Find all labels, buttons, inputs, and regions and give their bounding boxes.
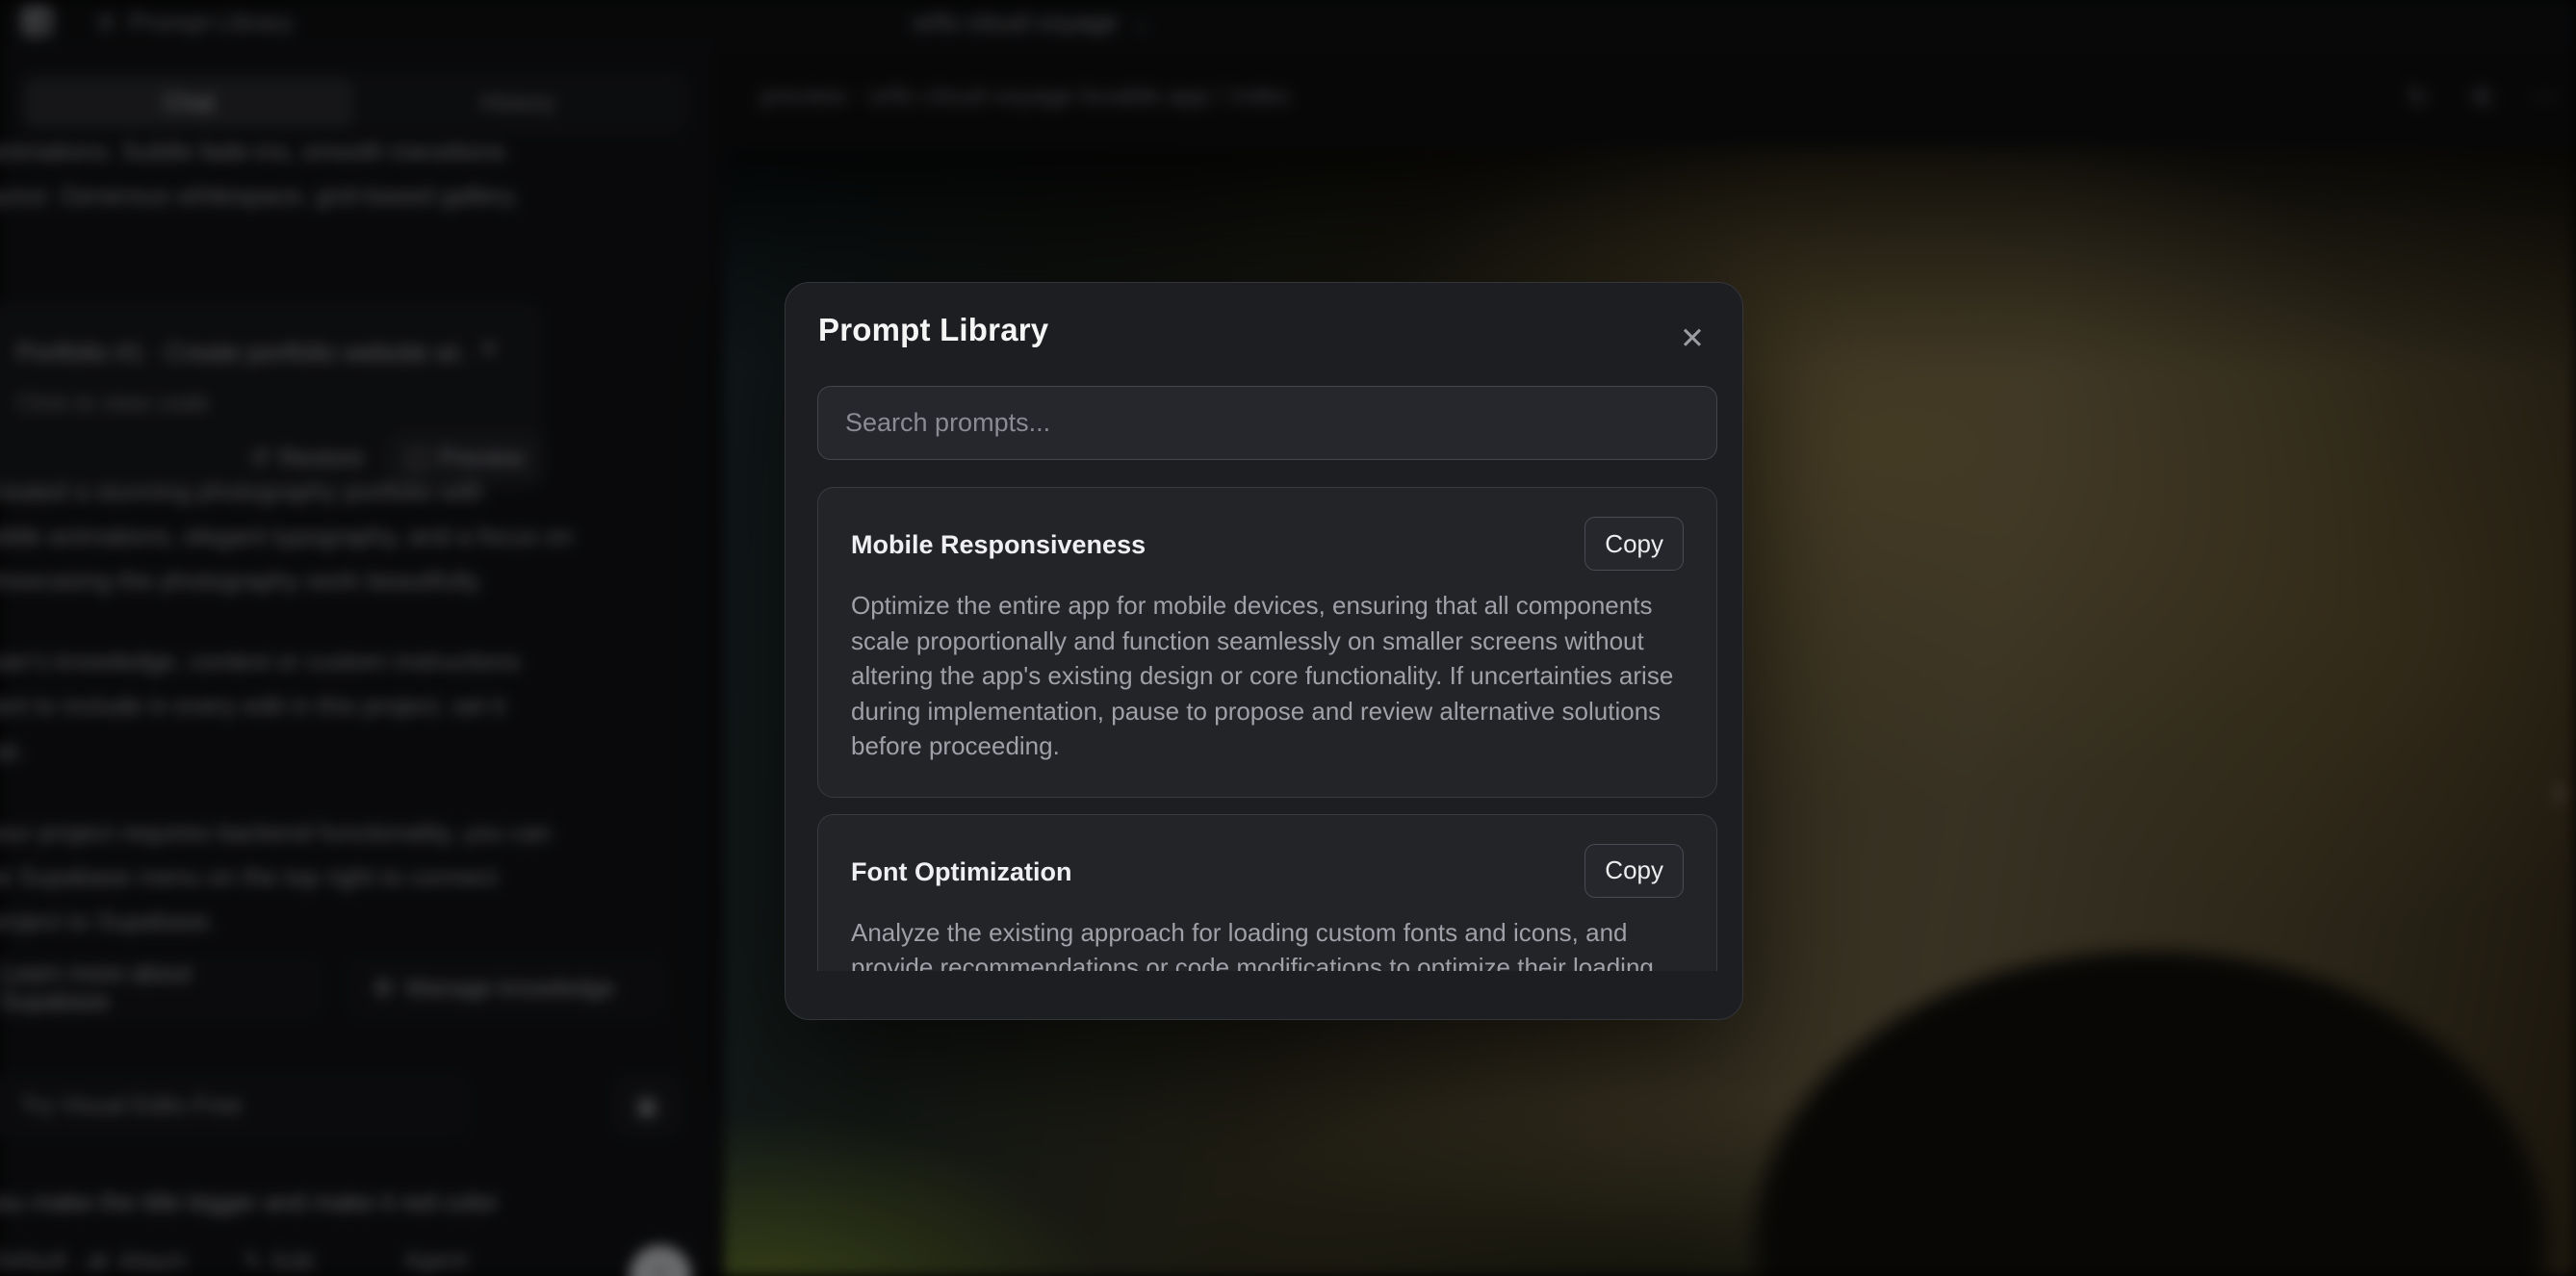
modal-title: Prompt Library <box>818 312 1048 348</box>
prompt-card: Font Optimization Copy Analyze the exist… <box>817 814 1717 972</box>
prompt-list[interactable]: Mobile Responsiveness Copy Optimize the … <box>817 487 1717 971</box>
copy-button[interactable]: Copy <box>1584 844 1684 898</box>
prompt-card-header: Mobile Responsiveness Copy <box>851 517 1684 571</box>
prompt-description: Analyze the existing approach for loadin… <box>851 915 1684 972</box>
search-box <box>817 386 1717 460</box>
prompt-title: Font Optimization <box>851 844 1071 887</box>
search-input[interactable] <box>818 387 1716 459</box>
prompt-card-header: Font Optimization Copy <box>851 844 1684 898</box>
copy-button[interactable]: Copy <box>1584 517 1684 571</box>
prompt-title: Mobile Responsiveness <box>851 517 1146 560</box>
prompt-library-modal: Prompt Library ✕ Mobile Responsiveness C… <box>785 282 1743 1020</box>
prompt-card: Mobile Responsiveness Copy Optimize the … <box>817 487 1717 798</box>
close-icon[interactable]: ✕ <box>1671 318 1713 360</box>
prompt-description: Optimize the entire app for mobile devic… <box>851 588 1684 764</box>
app-screen: ≣ Prompt Library orfic-cloud-voyage ⌄ ⚡ … <box>0 0 2576 1276</box>
